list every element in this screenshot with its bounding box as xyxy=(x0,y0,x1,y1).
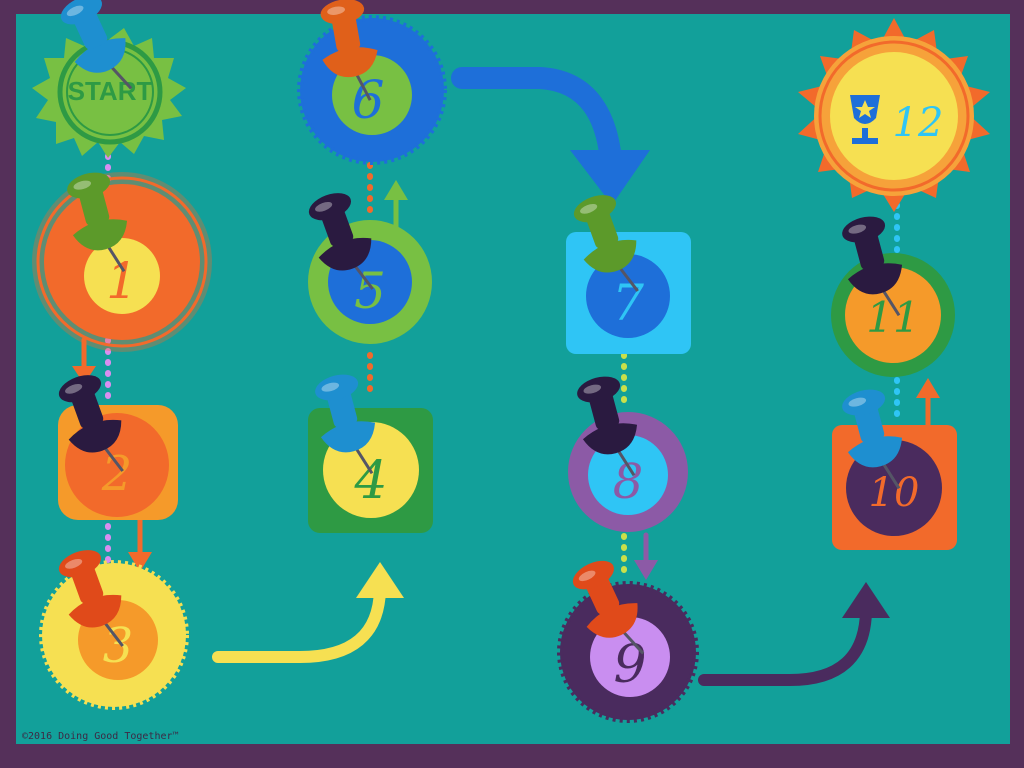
space-11-number: 11 xyxy=(866,293,919,342)
space-8-number: 8 xyxy=(613,454,644,510)
start-label: START xyxy=(68,76,153,106)
space-1[interactable]: 1 xyxy=(32,172,212,352)
space-6-number: 6 xyxy=(351,71,384,131)
space-4-number: 4 xyxy=(353,451,387,511)
space-9-number: 9 xyxy=(613,635,646,695)
space-6[interactable]: 6 xyxy=(297,15,447,165)
space-2-number: 2 xyxy=(101,446,133,502)
space-12-number: 12 xyxy=(893,100,944,146)
space-7-number: 7 xyxy=(612,274,644,332)
space-1-number: 1 xyxy=(106,252,138,310)
game-board: START 1 2 3 4 5 6 7 8 9 10 11 12 xyxy=(0,0,1024,768)
copyright-text: ©2016 Doing Good Together™ xyxy=(22,731,179,742)
space-10-number: 10 xyxy=(869,470,920,516)
